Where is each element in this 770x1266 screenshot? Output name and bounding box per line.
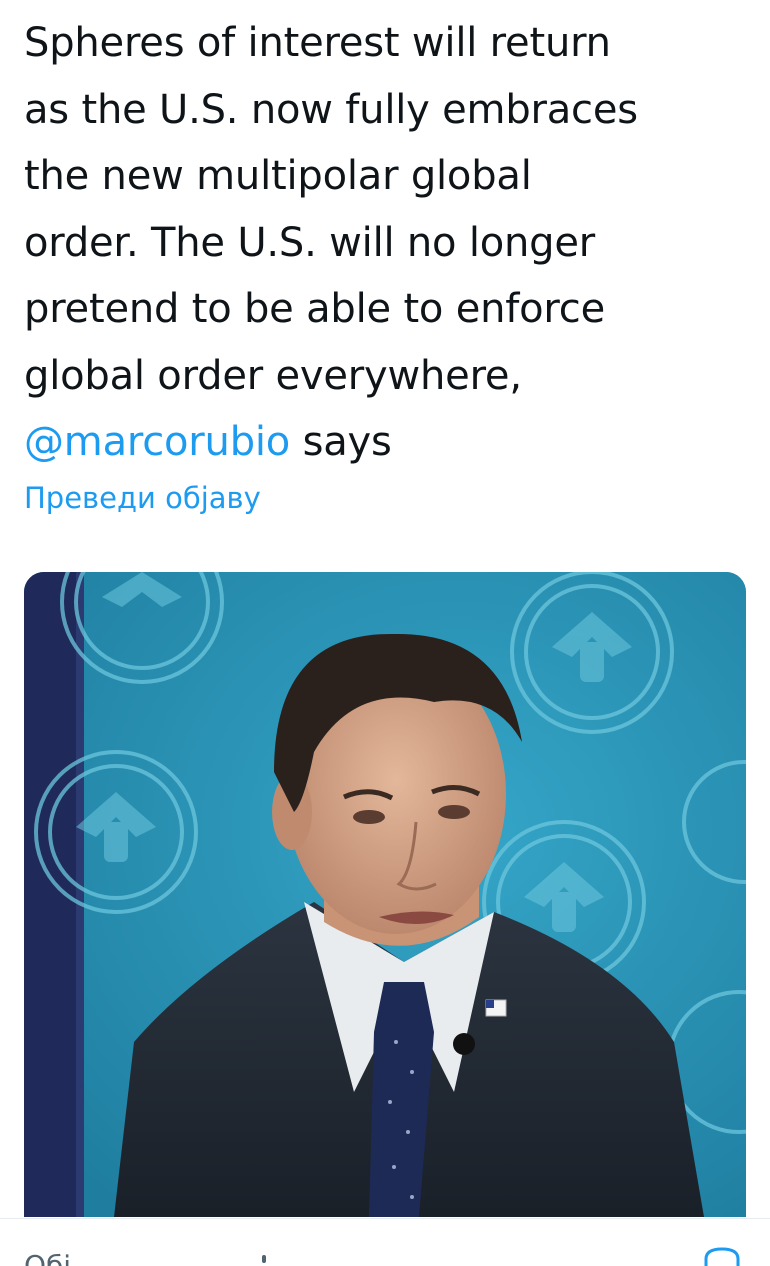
translate-post-link[interactable]: Преведи објаву	[24, 478, 261, 518]
tweet-line: as the U.S. now fully embraces	[24, 86, 638, 133]
photo-icon	[24, 572, 746, 1217]
bottom-label[interactable]: Обј	[24, 1249, 71, 1266]
tweet-line: order. The U.S. will no longer	[24, 219, 596, 266]
bottom-bar: Обј	[0, 1219, 770, 1266]
tweet-line: Spheres of interest will return	[24, 20, 611, 66]
mention-suffix: says	[290, 419, 392, 465]
share-icon[interactable]	[702, 1245, 742, 1266]
tweet-body: Spheres of interest will return as the U…	[24, 10, 754, 476]
tweet-line: pretend to be able to enforce	[24, 286, 605, 332]
separator-dot	[262, 1255, 266, 1263]
mention-link[interactable]: @marcorubio	[24, 419, 290, 465]
tweet-view: Spheres of interest will return as the U…	[0, 0, 770, 1266]
tweet-line: global order everywhere,	[24, 352, 522, 399]
tweet-photo[interactable]	[24, 572, 746, 1217]
tweet-line: the new multipolar global	[24, 153, 532, 199]
tweet-line-last: @marcorubio says	[24, 409, 754, 476]
